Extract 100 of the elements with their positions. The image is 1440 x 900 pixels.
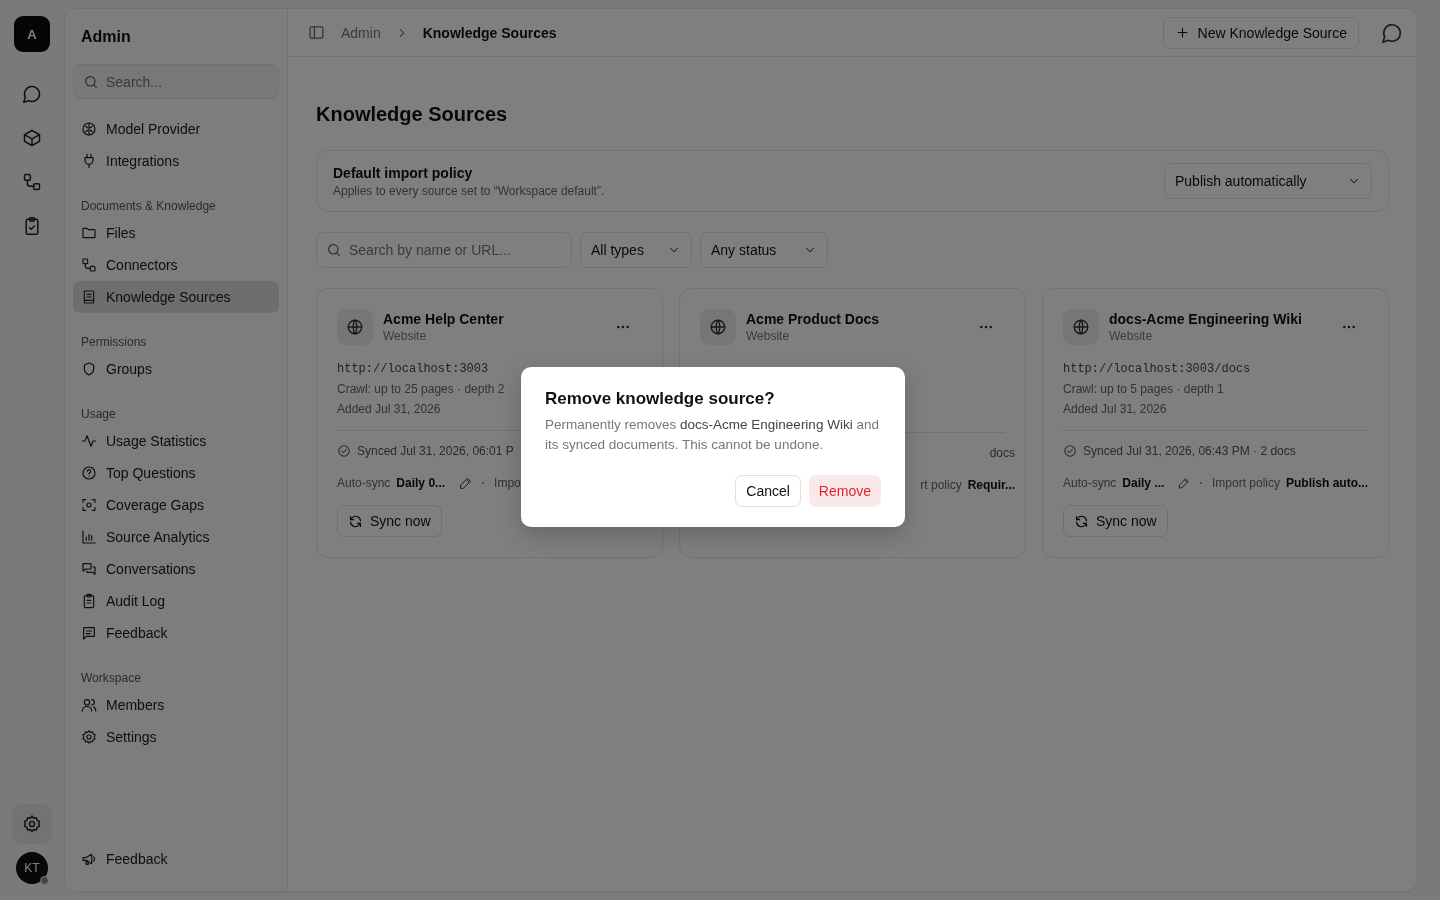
source-name: Acme Help Center [383, 311, 505, 327]
sync-status: Synced Jul 31, 2026, 06:01 P [357, 444, 514, 458]
section-heading: Documents & Knowledge [80, 198, 217, 215]
settings-button[interactable] [12, 804, 52, 844]
clipboard-check-icon[interactable] [22, 216, 42, 236]
source-url: http://localhost:3003 [337, 361, 489, 378]
search-icon [83, 73, 99, 90]
page-title: Knowledge Sources [316, 103, 509, 126]
policy-description: Applies to every source set to “Workspace default”. [333, 183, 606, 198]
crawl-settings: Crawl: up to 25 pages · depth 2 [337, 381, 505, 398]
sync-now-button[interactable]: Sync now [1063, 505, 1168, 537]
type-filter[interactable]: All types [580, 232, 692, 268]
source-name: Acme Product Docs [746, 311, 881, 327]
sidebar-item[interactable]: Connectors [73, 249, 279, 281]
edit-icon[interactable] [1178, 476, 1191, 490]
sidebar-item[interactable]: Settings [73, 721, 279, 753]
status-filter[interactable]: Any status [700, 232, 828, 268]
sidebar-item[interactable]: Top Questions [73, 457, 279, 489]
sidebar-item[interactable]: Usage Statistics [73, 425, 279, 457]
import-policy-label: Impo [494, 476, 521, 490]
help-icon [81, 465, 97, 481]
sidebar-item[interactable]: Integrations [73, 145, 279, 177]
sidebar-title: Admin [80, 27, 132, 47]
source-type: Website [383, 329, 428, 343]
sidebar-item[interactable]: Feedback [73, 617, 279, 649]
dialog-title: Remove knowledge source? [545, 389, 776, 409]
search-icon [326, 242, 342, 258]
section-heading: Usage [80, 406, 117, 423]
import-policy-value: Requir... [967, 478, 1015, 492]
auto-sync-value: Daily ... [1122, 476, 1165, 490]
plug-icon [81, 153, 97, 169]
folder-icon [81, 225, 97, 241]
added-date: Added Jul 31, 2026 [1063, 401, 1167, 418]
sidebar-item[interactable]: Members [73, 689, 279, 721]
check-circle-icon [337, 444, 351, 458]
import-policy-label: Import policy [1211, 476, 1280, 490]
chat2-icon [81, 561, 97, 577]
sidebar-item[interactable]: Groups [73, 353, 279, 385]
sync-now-button[interactable]: Sync now [337, 505, 442, 537]
workflow-icon[interactable] [22, 172, 42, 192]
search-field[interactable]: Search by name or URL... [316, 232, 572, 268]
cube-icon[interactable] [22, 128, 42, 148]
remove-button[interactable]: Remove [808, 475, 881, 507]
policy-select[interactable]: Publish automatically [1164, 163, 1372, 199]
users-icon [81, 697, 97, 713]
megaphone-icon [81, 851, 97, 867]
import-policy-value: Publish auto... [1286, 476, 1368, 490]
feedback-link[interactable]: Feedback [73, 843, 279, 875]
crawl-settings: Crawl: up to 5 pages · depth 1 [1063, 381, 1224, 398]
auto-sync-value: Daily 0... [396, 476, 446, 490]
globe-icon [1063, 309, 1099, 345]
source-type: Website [1109, 329, 1154, 343]
message-icon [81, 625, 97, 641]
cancel-button[interactable]: Cancel [735, 475, 801, 507]
sync-status: Synced Jul 31, 2026, 06:43 PM · 2 docs [1083, 444, 1296, 458]
breadcrumb-link[interactable]: Admin [341, 24, 381, 41]
refresh-icon [348, 513, 363, 529]
globe-icon [337, 309, 373, 345]
more-icon[interactable] [616, 325, 630, 329]
check-circle-icon [1063, 444, 1077, 458]
source-name: docs-Acme Engineering Wiki [1109, 311, 1303, 327]
scan-icon [81, 497, 97, 513]
search-field[interactable]: Search... [73, 64, 279, 99]
sidebar-item[interactable]: Model Provider [73, 113, 279, 145]
sidebar-item[interactable]: Files [73, 217, 279, 249]
sidebar-toggle-icon[interactable] [308, 24, 325, 41]
sidebar-item[interactable]: Knowledge Sources [73, 281, 279, 313]
user-avatar[interactable]: KT [16, 852, 48, 884]
nodes-icon [81, 257, 97, 273]
sidebar-item[interactable]: Source Analytics [73, 521, 279, 553]
sidebar-item[interactable]: Conversations [73, 553, 279, 585]
breadcrumb-link[interactable]: Knowledge Sources [422, 24, 557, 41]
chat-icon[interactable] [1381, 21, 1403, 44]
app-logo[interactable]: A [14, 16, 50, 52]
added-date: Added Jul 31, 2026 [337, 401, 441, 418]
book-icon [81, 289, 97, 305]
pulse-icon [81, 433, 97, 449]
sync-status: docs [989, 446, 1015, 460]
sidebar-item[interactable]: Coverage Gaps [73, 489, 279, 521]
bars-icon [81, 529, 97, 545]
dialog-message: Permanently removes docs-Acme Engineering Wiki and its synced documents. This cannot be undone. [545, 416, 880, 454]
new-source-button[interactable]: New Knowledge Source [1162, 16, 1359, 49]
sidebar-item[interactable]: Audit Log [73, 585, 279, 617]
gear-icon [81, 729, 97, 745]
edit-icon[interactable] [459, 476, 473, 490]
shield-icon [81, 361, 97, 377]
section-heading: Workspace [80, 670, 142, 687]
source-type: Website [746, 329, 791, 343]
source-url: http://localhost:3003/docs [1063, 361, 1251, 378]
plus-icon [1174, 25, 1190, 40]
gear-icon [22, 814, 42, 834]
chat-icon[interactable] [22, 84, 42, 104]
more-icon[interactable] [1342, 325, 1356, 329]
more-icon[interactable] [979, 325, 993, 329]
auto-sync-label: Auto-sync [1063, 476, 1117, 490]
clipboard-icon [81, 593, 97, 609]
refresh-icon [1074, 513, 1089, 529]
policy-title: Default import policy [333, 164, 474, 181]
section-heading: Permissions [80, 334, 148, 351]
import-policy-label: rt policy [920, 478, 962, 492]
